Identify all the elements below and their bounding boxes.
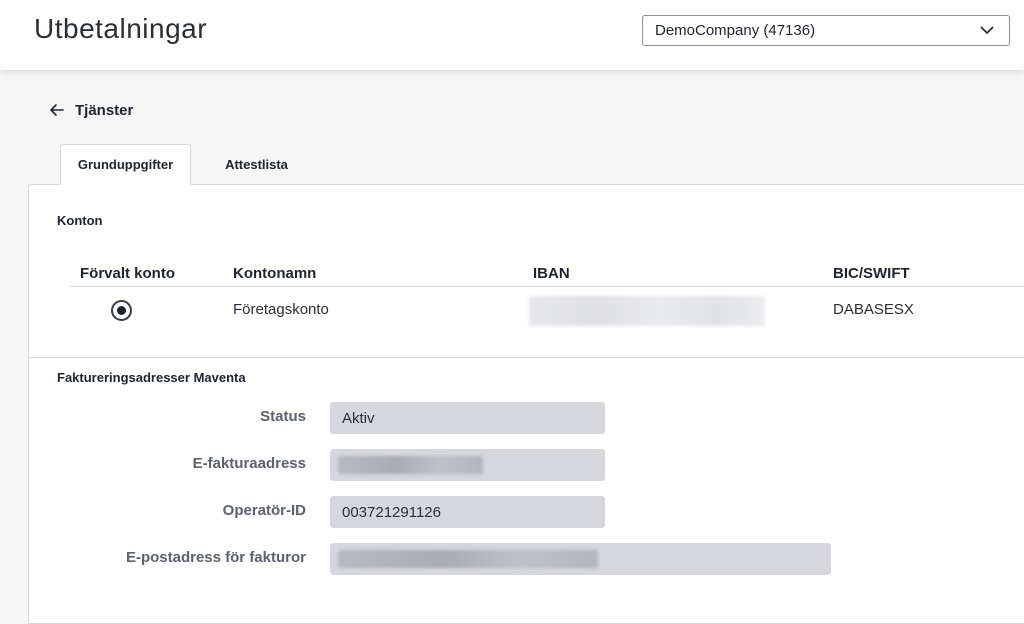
billing-section-title: Faktureringsadresser Maventa (57, 370, 246, 385)
top-bar: Utbetalningar DemoCompany (47136) (0, 0, 1024, 70)
arrow-left-icon (49, 104, 64, 116)
accounts-section-title: Konton (57, 213, 103, 228)
tab-bar: Grunduppgifter Attestlista (60, 144, 322, 185)
e-invoice-address-label: E-fakturaadress (192, 455, 306, 472)
invoice-email-field (330, 543, 831, 575)
column-header-default: Förvalt konto (80, 265, 176, 282)
table-header-divider (70, 286, 1024, 287)
operator-id-field: 003721291126 (330, 496, 605, 528)
status-field: Aktiv (330, 402, 605, 434)
back-link[interactable]: Tjänster (48, 101, 133, 119)
e-invoice-address-redacted (338, 456, 483, 474)
operator-id-value: 003721291126 (342, 503, 441, 521)
iban-redacted (529, 296, 765, 326)
company-select[interactable]: DemoCompany (47136) (642, 15, 1010, 46)
status-value: Aktiv (342, 409, 375, 427)
back-link-label: Tjänster (75, 101, 134, 119)
page-title: Utbetalningar (34, 13, 208, 44)
operator-id-label: Operatör-ID (222, 502, 306, 519)
column-header-name: Kontonamn (233, 265, 317, 282)
status-label: Status (260, 408, 306, 425)
default-account-radio[interactable] (111, 300, 132, 321)
section-divider (28, 357, 1024, 358)
invoice-email-label: E-postadress för fakturor (125, 549, 306, 566)
tab-grunduppgifter[interactable]: Grunduppgifter (60, 144, 191, 185)
column-header-iban: IBAN (533, 265, 570, 282)
account-name-cell: Företagskonto (233, 301, 329, 318)
e-invoice-address-field (330, 449, 605, 481)
column-header-bic: BIC/SWIFT (833, 265, 910, 282)
company-select-value: DemoCompany (47136) (655, 22, 816, 39)
tab-attestlista[interactable]: Attestlista (191, 144, 322, 185)
invoice-email-redacted (338, 550, 598, 568)
bic-cell: DABASESX (833, 301, 914, 318)
chevron-down-icon (980, 26, 994, 35)
